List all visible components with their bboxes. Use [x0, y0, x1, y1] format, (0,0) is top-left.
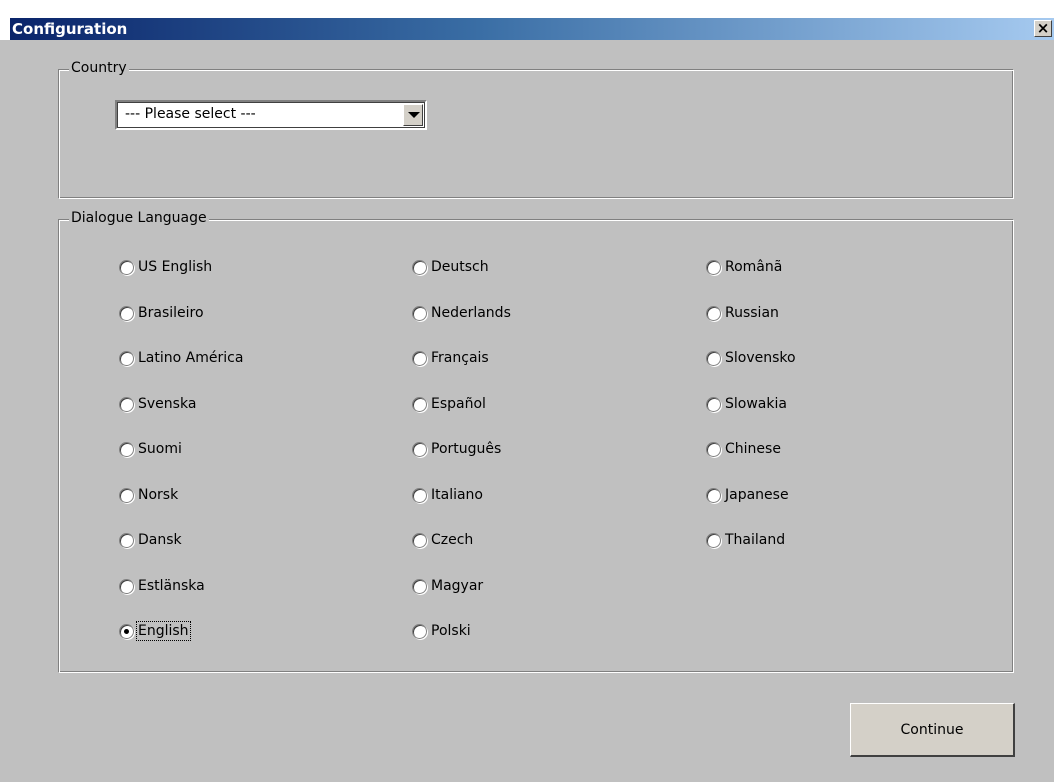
radio-button-icon[interactable]: [119, 578, 134, 594]
language-radio[interactable]: US English: [119, 255, 212, 279]
language-radio-label: Dansk: [138, 532, 182, 548]
language-radio-label: Thailand: [725, 532, 786, 548]
language-radio[interactable]: Latino América: [119, 346, 243, 370]
radio-button-icon[interactable]: [412, 305, 427, 321]
radio-button-icon[interactable]: [706, 532, 721, 548]
radio-button-icon[interactable]: [412, 350, 427, 366]
chevron-down-icon[interactable]: [403, 104, 423, 126]
language-radio[interactable]: Polski: [412, 619, 471, 643]
radio-button-icon[interactable]: [706, 350, 721, 366]
language-radio-label: Românã: [725, 259, 783, 275]
language-radio[interactable]: Português: [412, 437, 501, 461]
window-title: Configuration: [12, 20, 128, 38]
dialogue-language-legend: Dialogue Language: [69, 210, 209, 226]
language-radio-label: Polski: [431, 623, 471, 639]
language-radio[interactable]: Norsk: [119, 483, 178, 507]
radio-button-icon[interactable]: [706, 396, 721, 412]
radio-button-icon[interactable]: [706, 441, 721, 457]
continue-button[interactable]: Continue: [850, 703, 1015, 757]
language-radio[interactable]: Italiano: [412, 483, 483, 507]
country-select-value: --- Please select ---: [125, 106, 256, 122]
language-radio[interactable]: Svenska: [119, 392, 196, 416]
radio-button-icon[interactable]: [706, 487, 721, 503]
language-radio-label: Deutsch: [431, 259, 489, 275]
title-bar-area: Configuration ×: [0, 0, 1054, 40]
language-radio[interactable]: Dansk: [119, 528, 182, 552]
language-radio[interactable]: Thailand: [706, 528, 785, 552]
language-radio-label: Chinese: [725, 441, 781, 457]
radio-button-icon[interactable]: [706, 305, 721, 321]
language-radio[interactable]: Nederlands: [412, 301, 511, 325]
language-radio-label: Estlänska: [138, 578, 205, 594]
dialogue-language-group: Dialogue Language US English Brasileiro La…: [58, 210, 1014, 673]
language-radio-label: Norsk: [138, 487, 179, 503]
language-radio-label: US English: [138, 259, 213, 275]
radio-button-icon[interactable]: [119, 350, 134, 366]
country-group: Country --- Please select ---: [58, 60, 1014, 199]
language-radio-label: Slovensko: [725, 350, 796, 366]
language-radio-label: Czech: [431, 532, 474, 548]
radio-button-icon[interactable]: [119, 441, 134, 457]
language-radio-label: Suomi: [138, 441, 182, 457]
language-radio[interactable]: Slovensko: [706, 346, 796, 370]
language-radio-label: Russian: [725, 305, 779, 321]
radio-button-icon[interactable]: [119, 259, 134, 275]
language-radio[interactable]: Japanese: [706, 483, 789, 507]
continue-button-label: Continue: [900, 721, 964, 738]
language-radio-label: Magyar: [431, 578, 484, 594]
language-radio-label: Latino América: [138, 350, 244, 366]
language-radio[interactable]: Brasileiro: [119, 301, 204, 325]
radio-button-icon[interactable]: [119, 532, 134, 548]
language-radio[interactable]: Chinese: [706, 437, 781, 461]
language-radio[interactable]: Magyar: [412, 574, 483, 598]
radio-button-icon[interactable]: [119, 487, 134, 503]
language-radio-label: Brasileiro: [138, 305, 204, 321]
radio-button-icon[interactable]: [412, 259, 427, 275]
language-radio[interactable]: Russian: [706, 301, 779, 325]
language-radio-label: Slowakia: [725, 396, 787, 412]
language-radio-label: Français: [431, 350, 489, 366]
language-radio[interactable]: Español: [412, 392, 486, 416]
language-radio-label: Nederlands: [431, 305, 511, 321]
title-bar: Configuration ×: [10, 18, 1054, 40]
language-radio-label: Svenska: [138, 396, 197, 412]
radio-button-icon[interactable]: [412, 532, 427, 548]
language-radio-label: Português: [431, 441, 502, 457]
radio-button-icon[interactable]: [412, 623, 427, 639]
radio-button-icon[interactable]: [412, 441, 427, 457]
language-radio[interactable]: Deutsch: [412, 255, 489, 279]
country-select[interactable]: --- Please select ---: [115, 100, 427, 130]
radio-button-icon[interactable]: [119, 623, 134, 639]
radio-button-icon[interactable]: [412, 578, 427, 594]
language-radio-label: Italiano: [431, 487, 483, 503]
radio-button-icon[interactable]: [412, 487, 427, 503]
language-radio[interactable]: Românã: [706, 255, 782, 279]
language-radio[interactable]: Czech: [412, 528, 473, 552]
country-legend: Country: [69, 60, 129, 76]
language-radio-label: English: [136, 621, 191, 641]
radio-button-icon[interactable]: [119, 305, 134, 321]
radio-button-icon[interactable]: [706, 259, 721, 275]
language-radio[interactable]: Estlänska: [119, 574, 205, 598]
language-radio-label: Español: [431, 396, 486, 412]
language-radio[interactable]: Suomi: [119, 437, 182, 461]
language-radio[interactable]: Français: [412, 346, 489, 370]
configuration-dialog: Configuration × Country --- Please selec…: [0, 0, 1054, 782]
language-radio[interactable]: English: [119, 619, 191, 643]
radio-button-icon[interactable]: [412, 396, 427, 412]
language-radio-label: Japanese: [725, 487, 789, 503]
language-radio[interactable]: Slowakia: [706, 392, 787, 416]
close-button[interactable]: ×: [1034, 20, 1052, 37]
close-icon: ×: [1036, 19, 1050, 37]
radio-button-icon[interactable]: [119, 396, 134, 412]
